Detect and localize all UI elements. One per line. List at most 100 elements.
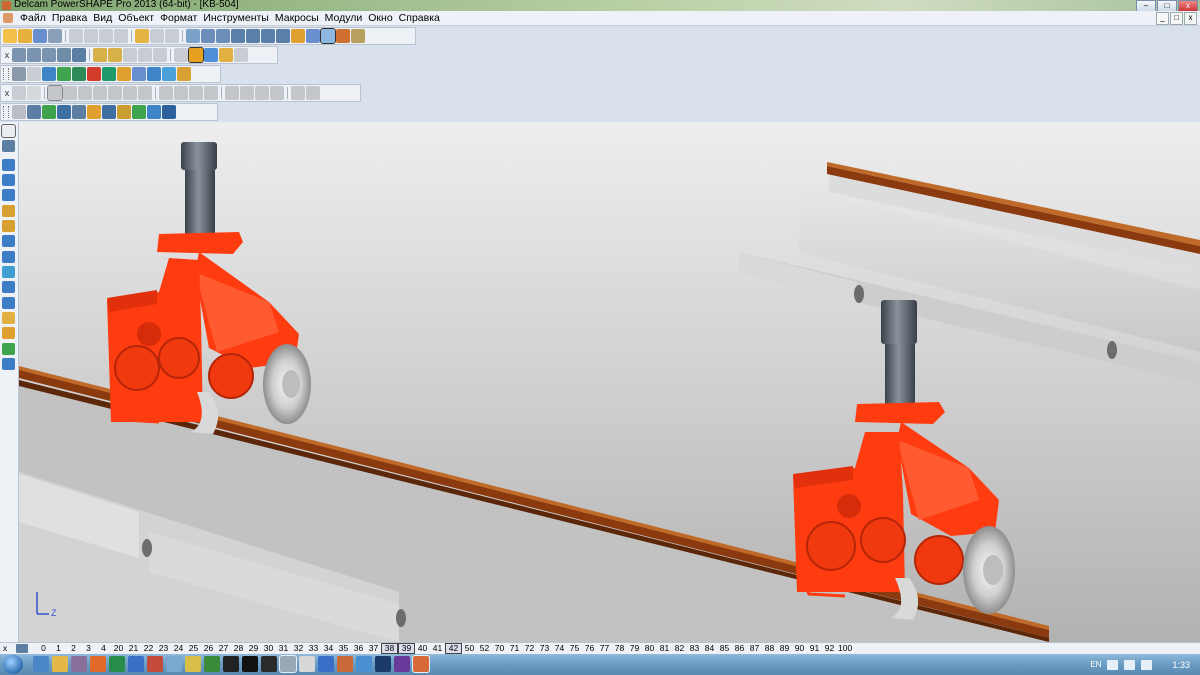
help-icon[interactable] <box>147 67 161 81</box>
menu-edit[interactable]: Правка <box>49 11 90 25</box>
light-icon[interactable] <box>219 48 233 62</box>
carriage-left[interactable] <box>107 142 311 434</box>
app11-icon[interactable] <box>223 656 239 672</box>
curves-icon[interactable] <box>2 205 15 217</box>
workplane-icon[interactable] <box>12 105 26 119</box>
mold-icon[interactable] <box>2 327 15 339</box>
media-icon[interactable] <box>242 656 258 672</box>
level-86[interactable]: 86 <box>732 643 747 654</box>
material-icon[interactable] <box>57 67 71 81</box>
toolbar-grip[interactable] <box>3 68 9 80</box>
level-87[interactable]: 87 <box>747 643 762 654</box>
print-icon[interactable] <box>48 29 62 43</box>
app8-icon[interactable] <box>166 656 182 672</box>
surface-icon[interactable] <box>291 29 305 43</box>
level-100[interactable]: 100 <box>837 643 853 654</box>
mesh-icon[interactable] <box>2 297 15 309</box>
level-90[interactable]: 90 <box>792 643 807 654</box>
cut-icon[interactable] <box>69 29 83 43</box>
surfaces-icon[interactable] <box>2 220 15 232</box>
level-29[interactable]: 29 <box>246 643 261 654</box>
app13-icon[interactable] <box>261 656 277 672</box>
level-70[interactable]: 70 <box>492 643 507 654</box>
edit-icon[interactable] <box>165 29 179 43</box>
circle-icon[interactable] <box>246 29 260 43</box>
level-23[interactable]: 23 <box>156 643 171 654</box>
blend-icon[interactable] <box>93 86 107 100</box>
feature-a-icon[interactable] <box>12 86 26 100</box>
level-79[interactable]: 79 <box>627 643 642 654</box>
start-button[interactable] <box>3 655 23 674</box>
app3-icon[interactable] <box>71 656 87 672</box>
menu-modules[interactable]: Модули <box>322 11 366 25</box>
level-2[interactable]: 2 <box>66 643 81 654</box>
level-34[interactable]: 34 <box>321 643 336 654</box>
history-icon[interactable] <box>291 86 305 100</box>
solid-icon[interactable] <box>306 29 320 43</box>
tray-network-icon[interactable] <box>1124 659 1136 670</box>
rotate-icon[interactable] <box>174 48 188 62</box>
menu-macros[interactable]: Макросы <box>272 11 322 25</box>
mirror-icon[interactable] <box>240 86 254 100</box>
level-42[interactable]: 42 <box>445 643 462 654</box>
options-icon[interactable] <box>2 140 15 152</box>
delete-icon[interactable] <box>114 29 128 43</box>
arrow-select-icon[interactable] <box>1 124 16 138</box>
level-0[interactable]: 0 <box>36 643 51 654</box>
level-71[interactable]: 71 <box>507 643 522 654</box>
tree-icon[interactable] <box>306 86 320 100</box>
level-74[interactable]: 74 <box>552 643 567 654</box>
app7-icon[interactable] <box>147 656 163 672</box>
text-icon[interactable] <box>27 67 41 81</box>
view-iso-icon[interactable] <box>57 48 71 62</box>
symbols-icon[interactable] <box>2 251 15 263</box>
analysis-icon[interactable] <box>2 343 15 355</box>
level-32[interactable]: 32 <box>291 643 306 654</box>
menu-file[interactable]: Файл <box>17 11 49 25</box>
chamfer-icon[interactable] <box>138 86 152 100</box>
level-40[interactable]: 40 <box>415 643 430 654</box>
play-icon[interactable] <box>102 67 116 81</box>
level-76[interactable]: 76 <box>582 643 597 654</box>
level-25[interactable]: 25 <box>186 643 201 654</box>
xy-icon[interactable] <box>27 105 41 119</box>
spline-icon[interactable] <box>276 29 290 43</box>
doc-minimize-button[interactable]: _ <box>1156 12 1169 25</box>
measure-icon[interactable] <box>201 29 215 43</box>
level-37[interactable]: 37 <box>366 643 381 654</box>
shell-icon[interactable] <box>108 86 122 100</box>
toolbar-grip[interactable] <box>3 106 9 118</box>
level-83[interactable]: 83 <box>687 643 702 654</box>
doc-restore-button[interactable]: □ <box>1170 12 1183 25</box>
toolbar-close-icon[interactable]: x <box>3 88 11 98</box>
menu-view[interactable]: Вид <box>90 11 115 25</box>
tray-flag-icon[interactable] <box>1107 659 1119 670</box>
sphere-red-icon[interactable] <box>87 67 101 81</box>
fillet-icon[interactable] <box>123 86 137 100</box>
level-33[interactable]: 33 <box>306 643 321 654</box>
new-icon[interactable] <box>3 29 17 43</box>
level-21[interactable]: 21 <box>126 643 141 654</box>
app10-icon[interactable] <box>204 656 220 672</box>
level-edit-icon[interactable] <box>16 644 28 653</box>
workplanes-icon[interactable] <box>2 159 15 171</box>
transform-icon[interactable] <box>117 105 131 119</box>
menu-window[interactable]: Окно <box>365 11 395 25</box>
level-24[interactable]: 24 <box>171 643 186 654</box>
app17-icon[interactable] <box>337 656 353 672</box>
pattern-icon[interactable] <box>225 86 239 100</box>
level-31[interactable]: 31 <box>276 643 291 654</box>
level-4[interactable]: 4 <box>96 643 111 654</box>
level-78[interactable]: 78 <box>612 643 627 654</box>
electrode-icon[interactable] <box>2 312 15 324</box>
copy-object-icon[interactable] <box>147 105 161 119</box>
photoshop-icon[interactable] <box>375 656 391 672</box>
open-icon[interactable] <box>18 29 32 43</box>
level-75[interactable]: 75 <box>567 643 582 654</box>
level-80[interactable]: 80 <box>642 643 657 654</box>
level-50[interactable]: 50 <box>462 643 477 654</box>
boolean-sub-icon[interactable] <box>174 86 188 100</box>
menu-help[interactable]: Справка <box>396 11 443 25</box>
level-82[interactable]: 82 <box>672 643 687 654</box>
arc-icon[interactable] <box>231 29 245 43</box>
